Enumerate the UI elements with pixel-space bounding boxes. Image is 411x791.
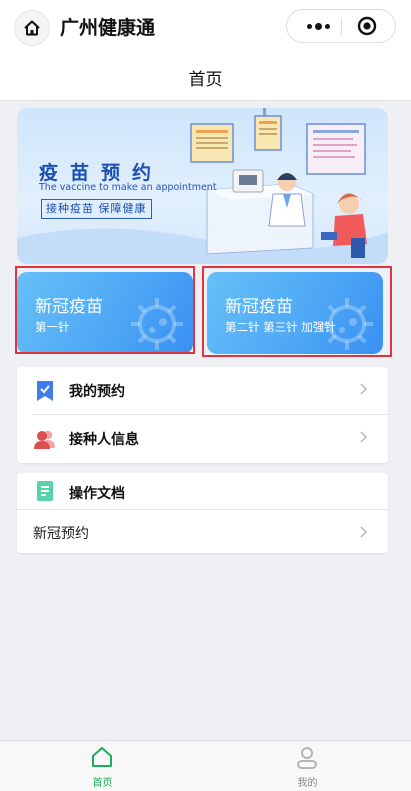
- home-icon: [24, 20, 40, 36]
- checkmark-icon: [37, 381, 53, 401]
- highlight-box-first-dose: [15, 266, 195, 354]
- banner-subtitle: The vaccine to make an appointment: [39, 182, 217, 193]
- page-title: 首页: [188, 70, 223, 90]
- home-button[interactable]: [14, 10, 50, 46]
- tab-bar: 首页 我的: [0, 740, 411, 791]
- chevron-right-icon: [360, 383, 368, 395]
- docs-title: 操作文档: [69, 486, 125, 502]
- covid-appointment-doc-row[interactable]: 新冠预约: [17, 510, 388, 553]
- vaccinee-info-label: 接种人信息: [69, 432, 139, 448]
- vaccine-banner[interactable]: 疫苗预约 The vaccine to make an appointment …: [17, 108, 388, 264]
- docs-panel: 操作文档 新冠预约: [17, 473, 388, 553]
- user-icon: [34, 430, 55, 449]
- navigation-bar: 首页: [0, 52, 411, 101]
- banner-tagline: 接种疫苗 保障健康: [41, 199, 152, 219]
- close-target-icon[interactable]: [357, 16, 377, 36]
- covid-appointment-doc-label: 新冠预约: [33, 526, 89, 542]
- my-appointment-label: 我的预约: [69, 384, 125, 400]
- mini-program-top-bar: 广州健康通: [0, 0, 411, 52]
- profile-tab-icon: [297, 747, 317, 769]
- tab-profile[interactable]: 我的: [205, 741, 410, 791]
- my-appointment-row[interactable]: 我的预约: [17, 367, 388, 413]
- docs-header: 操作文档: [17, 473, 388, 509]
- vaccinee-info-row[interactable]: 接种人信息: [17, 415, 388, 461]
- home-tab-icon: [92, 747, 112, 767]
- menu-panel: 我的预约 接种人信息: [17, 367, 388, 463]
- highlight-box-booster-doses: [202, 266, 392, 357]
- more-button[interactable]: [297, 10, 339, 42]
- tab-home[interactable]: 首页: [0, 741, 205, 791]
- chevron-right-icon: [360, 431, 368, 443]
- banner-title: 疫苗预约: [39, 162, 164, 184]
- tab-profile-label: 我的: [297, 778, 318, 789]
- app-title: 广州健康通: [60, 17, 156, 39]
- tab-home-label: 首页: [92, 778, 113, 789]
- document-icon: [37, 481, 53, 501]
- more-icon: [306, 23, 312, 29]
- capsule-menu: [286, 9, 396, 43]
- chevron-right-icon: [360, 526, 368, 538]
